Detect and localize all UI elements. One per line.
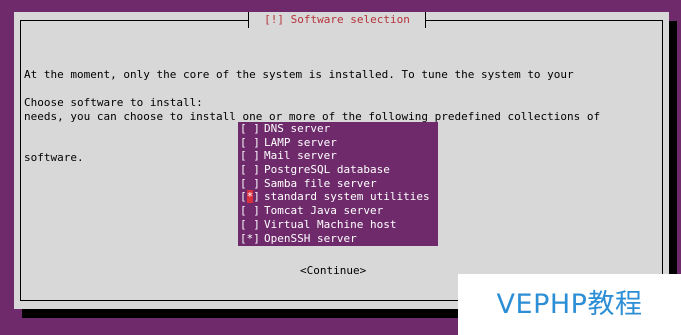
software-checkbox[interactable]: [ ] — [240, 136, 264, 150]
software-checkbox[interactable]: [ ] — [240, 218, 264, 232]
software-checkbox[interactable]: [ ] — [240, 177, 264, 191]
checkbox-open-bracket: [ — [240, 190, 247, 204]
vephp-watermark: VEPHP教程 — [458, 274, 681, 335]
software-prompt: Choose software to install: — [24, 96, 203, 109]
software-checkbox[interactable]: [ ] — [240, 163, 264, 177]
software-checkbox[interactable]: [*] — [240, 232, 264, 246]
software-label: Mail server — [264, 149, 337, 163]
software-label: Samba file server — [264, 176, 377, 190]
dialog-title: [!] Software selection — [248, 12, 426, 28]
software-item-openssh-server[interactable]: [*] OpenSSH server — [238, 232, 438, 246]
software-item-mail-server[interactable]: [ ] Mail server — [238, 149, 438, 163]
focused-software-checkbox[interactable]: [*] — [240, 190, 264, 204]
software-label: PostgreSQL database — [264, 163, 390, 177]
software-checklist[interactable]: [ ] DNS server [ ] LAMP server [ ] Mail … — [238, 122, 438, 246]
software-item-standard-system-utilities[interactable]: [*] standard system utilities — [238, 190, 438, 204]
software-item-dns-server[interactable]: [ ] DNS server — [238, 122, 438, 136]
software-checkbox[interactable]: [ ] — [240, 204, 264, 218]
software-item-postgresql-database[interactable]: [ ] PostgreSQL database — [238, 163, 438, 177]
software-checkbox[interactable]: [ ] — [240, 149, 264, 163]
software-label: DNS server — [264, 122, 331, 135]
software-checkbox[interactable]: [ ] — [240, 122, 264, 136]
software-selection-dialog: [!] Software selection At the moment, on… — [14, 12, 669, 309]
software-label: LAMP server — [264, 135, 337, 149]
software-item-tomcat-java-server[interactable]: [ ] Tomcat Java server — [238, 204, 438, 218]
software-label: Virtual Machine host — [264, 217, 397, 231]
software-item-samba-file-server[interactable]: [ ] Samba file server — [238, 177, 438, 191]
software-label: standard system utilities — [264, 190, 430, 204]
checkbox-close-bracket: ] — [253, 190, 260, 204]
software-item-virtual-machine-host[interactable]: [ ] Virtual Machine host — [238, 218, 438, 232]
software-item-lamp-server[interactable]: [ ] LAMP server — [238, 136, 438, 150]
software-label: OpenSSH server — [264, 231, 357, 245]
description-line: At the moment, only the core of the syst… — [24, 68, 574, 82]
software-label: Tomcat Java server — [264, 204, 384, 218]
continue-button[interactable]: <Continue> — [300, 264, 366, 278]
